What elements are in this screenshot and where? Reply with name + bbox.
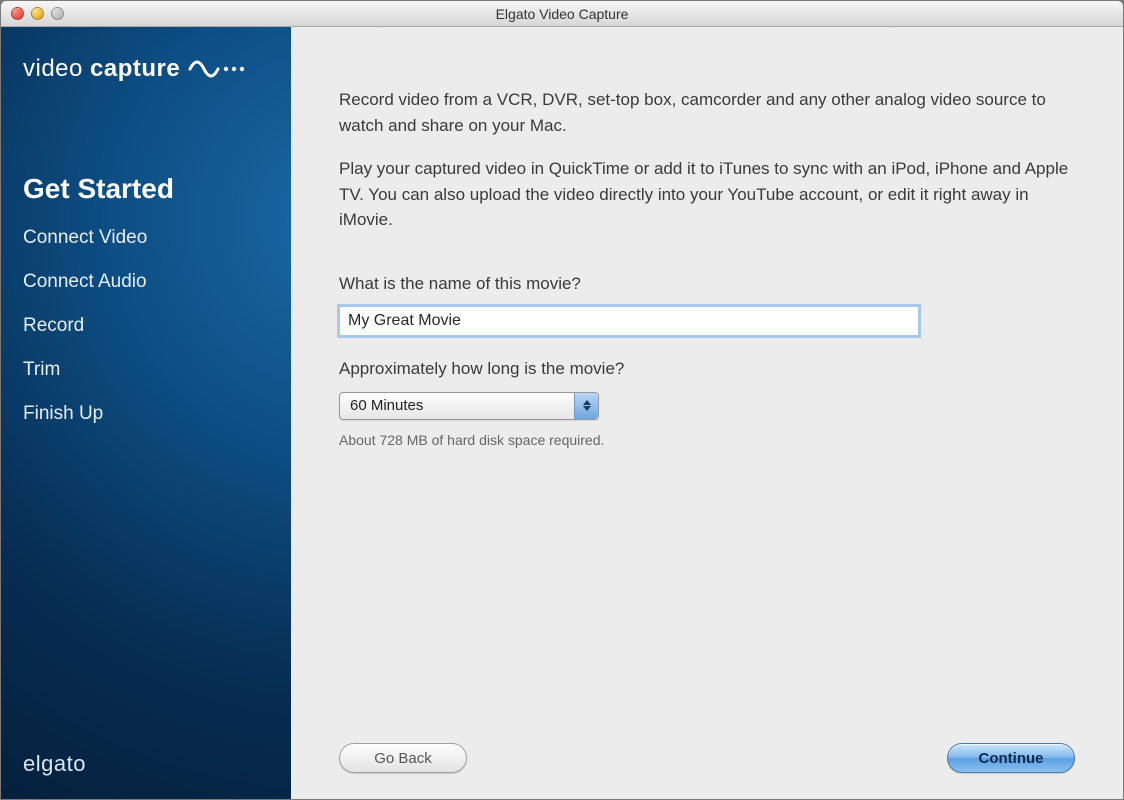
continue-button[interactable]: Continue bbox=[947, 743, 1075, 773]
sidebar: video capture Get Started Connect Video … bbox=[1, 27, 291, 799]
brand-suffix: capture bbox=[90, 55, 180, 82]
go-back-button[interactable]: Go Back bbox=[339, 743, 467, 773]
traffic-lights bbox=[11, 7, 64, 20]
movie-name-field: What is the name of this movie? bbox=[339, 271, 1075, 337]
wave-icon bbox=[188, 55, 248, 83]
sidebar-item-record[interactable]: Record bbox=[23, 315, 269, 337]
zoom-window-button[interactable] bbox=[51, 7, 64, 20]
intro-text: Record video from a VCR, DVR, set-top bo… bbox=[339, 87, 1075, 251]
sidebar-item-trim[interactable]: Trim bbox=[23, 359, 269, 381]
vendor-logo: elgato bbox=[23, 751, 269, 777]
titlebar[interactable]: Elgato Video Capture bbox=[1, 1, 1123, 27]
brand-prefix: video bbox=[23, 55, 83, 82]
sidebar-item-finish-up[interactable]: Finish Up bbox=[23, 403, 269, 425]
main-panel: Record video from a VCR, DVR, set-top bo… bbox=[291, 27, 1123, 799]
chevron-down-icon bbox=[583, 406, 591, 411]
window-title: Elgato Video Capture bbox=[1, 6, 1123, 22]
window-body: video capture Get Started Connect Video … bbox=[1, 27, 1123, 799]
close-window-button[interactable] bbox=[11, 7, 24, 20]
chevron-up-icon bbox=[583, 400, 591, 405]
intro-paragraph-1: Record video from a VCR, DVR, set-top bo… bbox=[339, 87, 1075, 138]
movie-name-input[interactable] bbox=[339, 306, 919, 336]
movie-duration-field: Approximately how long is the movie? 60 … bbox=[339, 356, 1075, 451]
sidebar-item-connect-video[interactable]: Connect Video bbox=[23, 227, 269, 249]
stepper-icon bbox=[574, 393, 598, 419]
sidebar-item-connect-audio[interactable]: Connect Audio bbox=[23, 271, 269, 293]
app-window: Elgato Video Capture video capture bbox=[0, 0, 1124, 800]
movie-duration-select[interactable]: 60 Minutes bbox=[339, 392, 599, 420]
movie-name-label: What is the name of this movie? bbox=[339, 271, 1075, 297]
intro-paragraph-2: Play your captured video in QuickTime or… bbox=[339, 156, 1075, 233]
sidebar-item-get-started[interactable]: Get Started bbox=[23, 173, 269, 205]
minimize-window-button[interactable] bbox=[31, 7, 44, 20]
movie-duration-value: 60 Minutes bbox=[340, 395, 574, 418]
app-logo-text: video capture bbox=[23, 55, 180, 83]
sidebar-nav: Get Started Connect Video Connect Audio … bbox=[23, 173, 269, 425]
footer-buttons: Go Back Continue bbox=[339, 723, 1075, 773]
movie-duration-label: Approximately how long is the movie? bbox=[339, 356, 1075, 382]
app-logo: video capture bbox=[23, 55, 269, 83]
disk-space-hint: About 728 MB of hard disk space required… bbox=[339, 430, 1075, 451]
